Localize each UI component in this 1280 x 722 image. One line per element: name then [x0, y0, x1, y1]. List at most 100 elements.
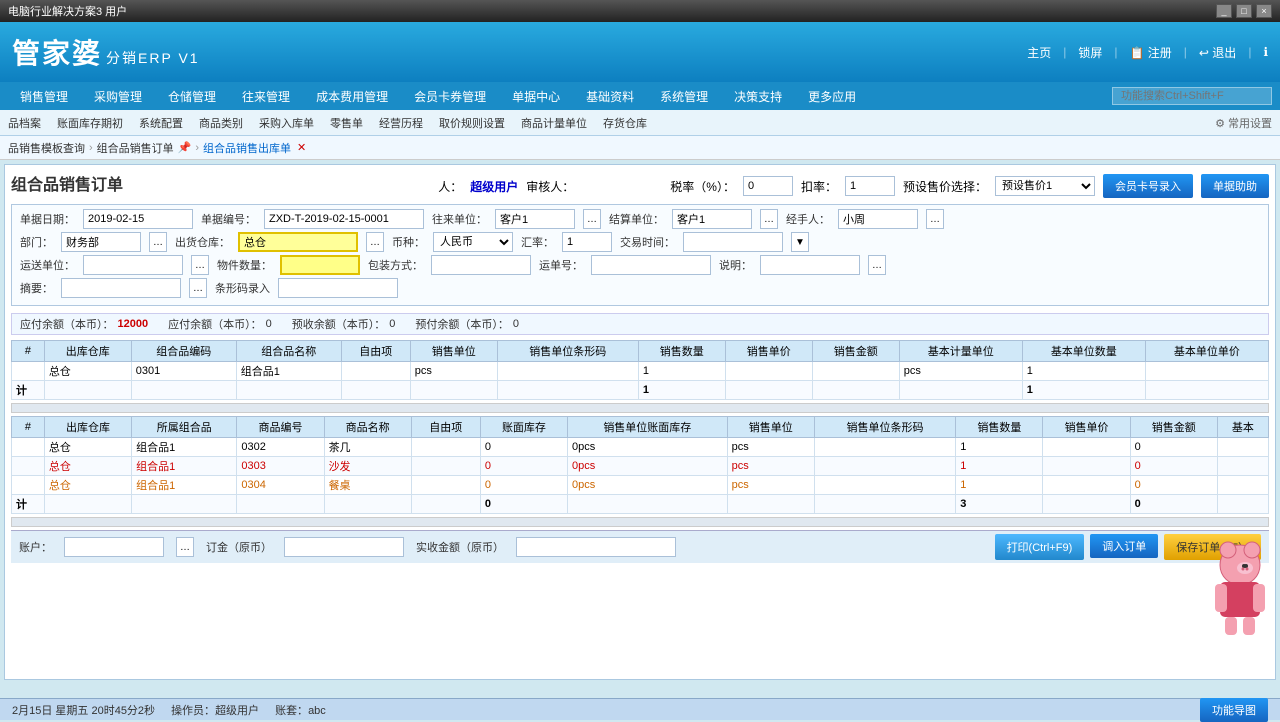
toolbar-history[interactable]: 经营历程	[379, 115, 423, 131]
header-right: 主页 | 锁屏 | 📋 注册 | ↩ 退出 | ℹ	[1027, 44, 1268, 61]
account-input[interactable]	[64, 537, 164, 557]
doc-num-input[interactable]	[264, 209, 424, 229]
piece-count-input[interactable]	[280, 255, 360, 275]
discount-input[interactable]: 1	[845, 176, 895, 196]
toolbar-account-init[interactable]: 账面库存期初	[57, 115, 123, 131]
minimize-button[interactable]: _	[1216, 4, 1232, 18]
account-label: 账户：	[19, 539, 52, 555]
breadcrumb-item-2[interactable]: 组合品销售订单	[97, 140, 174, 156]
nav-search-input[interactable]	[1112, 87, 1272, 105]
breadcrumb-item-3[interactable]: 组合品销售出库单	[203, 140, 291, 156]
breadcrumb-item-1[interactable]: 品销售模板查询	[8, 140, 85, 156]
piece-count-label: 物件数量：	[217, 257, 272, 273]
dept-input[interactable]	[61, 232, 141, 252]
remark-dropdown[interactable]: …	[189, 278, 207, 298]
toolbar-right: ⚙ 常用设置	[1215, 115, 1272, 131]
transport-label: 运送单位：	[20, 257, 75, 273]
register-link[interactable]: 📋 注册	[1130, 44, 1172, 61]
col-combo-name: 组合品名称	[236, 341, 341, 362]
package-input[interactable]	[431, 255, 531, 275]
member-card-button[interactable]: 会员卡号录入	[1103, 174, 1193, 198]
breadcrumb-close-icon[interactable]: ✕	[297, 141, 306, 154]
table-row[interactable]: 总仓 组合品1 0302 茶几 0 0pcs pcs 1 0	[12, 438, 1269, 457]
exchange-input[interactable]	[562, 232, 612, 252]
table-row[interactable]: 总仓 组合品1 0304 餐桌 0 0pcs pcs 1 0	[12, 476, 1269, 495]
nav-sales[interactable]: 销售管理	[8, 86, 80, 107]
action-buttons: 打印(Ctrl+F9) 调入订单 保存订单（F）	[995, 534, 1261, 560]
toolbar-price-rule[interactable]: 取价规则设置	[439, 115, 505, 131]
user-value: 超级用户	[470, 178, 518, 195]
trade-time-input[interactable]	[683, 232, 783, 252]
settle-unit-input[interactable]	[672, 209, 752, 229]
col-warehouse: 出库仓库	[44, 341, 131, 362]
table-row[interactable]: 总仓 组合品1 0303 沙发 0 0pcs pcs 1 0	[12, 457, 1269, 476]
toolbar-retail[interactable]: 零售单	[330, 115, 363, 131]
nav-member[interactable]: 会员卡券管理	[402, 86, 498, 107]
to-unit-dropdown[interactable]: …	[583, 209, 601, 229]
nav-more[interactable]: 更多应用	[796, 86, 868, 107]
toolbar-product-file[interactable]: 品档案	[8, 115, 41, 131]
col-sale-amount: 销售金额	[812, 341, 899, 362]
tax-label: 税率（%）：	[670, 178, 735, 195]
nav-decision[interactable]: 决策支持	[722, 86, 794, 107]
nav-transactions[interactable]: 往来管理	[230, 86, 302, 107]
help-map-button[interactable]: 功能导图	[1200, 698, 1268, 722]
handler-input[interactable]	[838, 209, 918, 229]
nav-cost[interactable]: 成本费用管理	[304, 86, 400, 107]
received-input[interactable]	[516, 537, 676, 557]
remark-input[interactable]	[61, 278, 181, 298]
toolbar-measure[interactable]: 商品计量单位	[521, 115, 587, 131]
barcode-input[interactable]	[278, 278, 398, 298]
toolbar-purchase-in[interactable]: 采购入库单	[259, 115, 314, 131]
lower-table: # 出库仓库 所属组合品 商品编号 商品名称 自由项 账面库存 销售单位账面库存…	[11, 416, 1269, 514]
nav-purchase[interactable]: 采购管理	[82, 86, 154, 107]
nav-docs[interactable]: 单据中心	[500, 86, 572, 107]
to-unit-label: 往来单位：	[432, 211, 487, 227]
nav-basic[interactable]: 基础资料	[574, 86, 646, 107]
lower-scrollbar[interactable]	[11, 517, 1269, 527]
nav-system[interactable]: 系统管理	[648, 86, 720, 107]
account-dropdown[interactable]: …	[176, 537, 194, 557]
info-icon[interactable]: ℹ	[1263, 45, 1268, 59]
settings-button[interactable]: ⚙ 常用设置	[1215, 115, 1272, 131]
print-button[interactable]: 打印(Ctrl+F9)	[995, 534, 1085, 560]
toolbar-sys-config[interactable]: 系统配置	[139, 115, 183, 131]
price-select[interactable]: 预设售价1	[995, 176, 1095, 196]
to-unit-input[interactable]	[495, 209, 575, 229]
warehouse-dropdown[interactable]: …	[366, 232, 384, 252]
col-sale-barcode2: 销售单位条形码	[814, 417, 955, 438]
ship-num-input[interactable]	[591, 255, 711, 275]
upper-total-row: 计 1 1	[12, 381, 1269, 400]
note-input[interactable]	[760, 255, 860, 275]
upper-scrollbar[interactable]	[11, 403, 1269, 413]
close-button[interactable]: ×	[1256, 4, 1272, 18]
save-order-button[interactable]: 保存订单（F）	[1164, 534, 1261, 560]
nav-warehouse[interactable]: 仓储管理	[156, 86, 228, 107]
main-nav: 销售管理 采购管理 仓储管理 往来管理 成本费用管理 会员卡券管理 单据中心 基…	[0, 82, 1280, 110]
app-logo: 管家婆 分销ERP V1	[12, 32, 200, 72]
breadcrumb: 品销售模板查询 › 组合品销售订单 📌 › 组合品销售出库单 ✕	[0, 136, 1280, 160]
transport-dropdown[interactable]: …	[191, 255, 209, 275]
trade-time-dropdown[interactable]: ▼	[791, 232, 809, 252]
import-order-button[interactable]: 调入订单	[1090, 534, 1158, 558]
toolbar-inventory[interactable]: 存货仓库	[603, 115, 647, 131]
currency-select[interactable]: 人民币	[433, 232, 513, 252]
toolbar-category[interactable]: 商品类别	[199, 115, 243, 131]
tax-input[interactable]: 0	[743, 176, 793, 196]
transport-input[interactable]	[83, 255, 183, 275]
note-dropdown[interactable]: …	[868, 255, 886, 275]
handler-dropdown[interactable]: …	[926, 209, 944, 229]
maximize-button[interactable]: □	[1236, 4, 1252, 18]
lock-link[interactable]: 锁屏	[1078, 44, 1102, 61]
order-input[interactable]	[284, 537, 404, 557]
dept-dropdown[interactable]: …	[149, 232, 167, 252]
settle-unit-dropdown[interactable]: …	[760, 209, 778, 229]
warehouse-input[interactable]	[238, 232, 358, 252]
help-button[interactable]: 单据助助	[1201, 174, 1269, 198]
exit-link[interactable]: ↩ 退出	[1199, 44, 1236, 61]
home-link[interactable]: 主页	[1027, 44, 1051, 61]
col-num2: #	[12, 417, 45, 438]
col-prod-code: 商品编号	[237, 417, 324, 438]
date-input[interactable]	[83, 209, 193, 229]
table-row[interactable]: 总仓 0301 组合品1 pcs 1 pcs 1	[12, 362, 1269, 381]
